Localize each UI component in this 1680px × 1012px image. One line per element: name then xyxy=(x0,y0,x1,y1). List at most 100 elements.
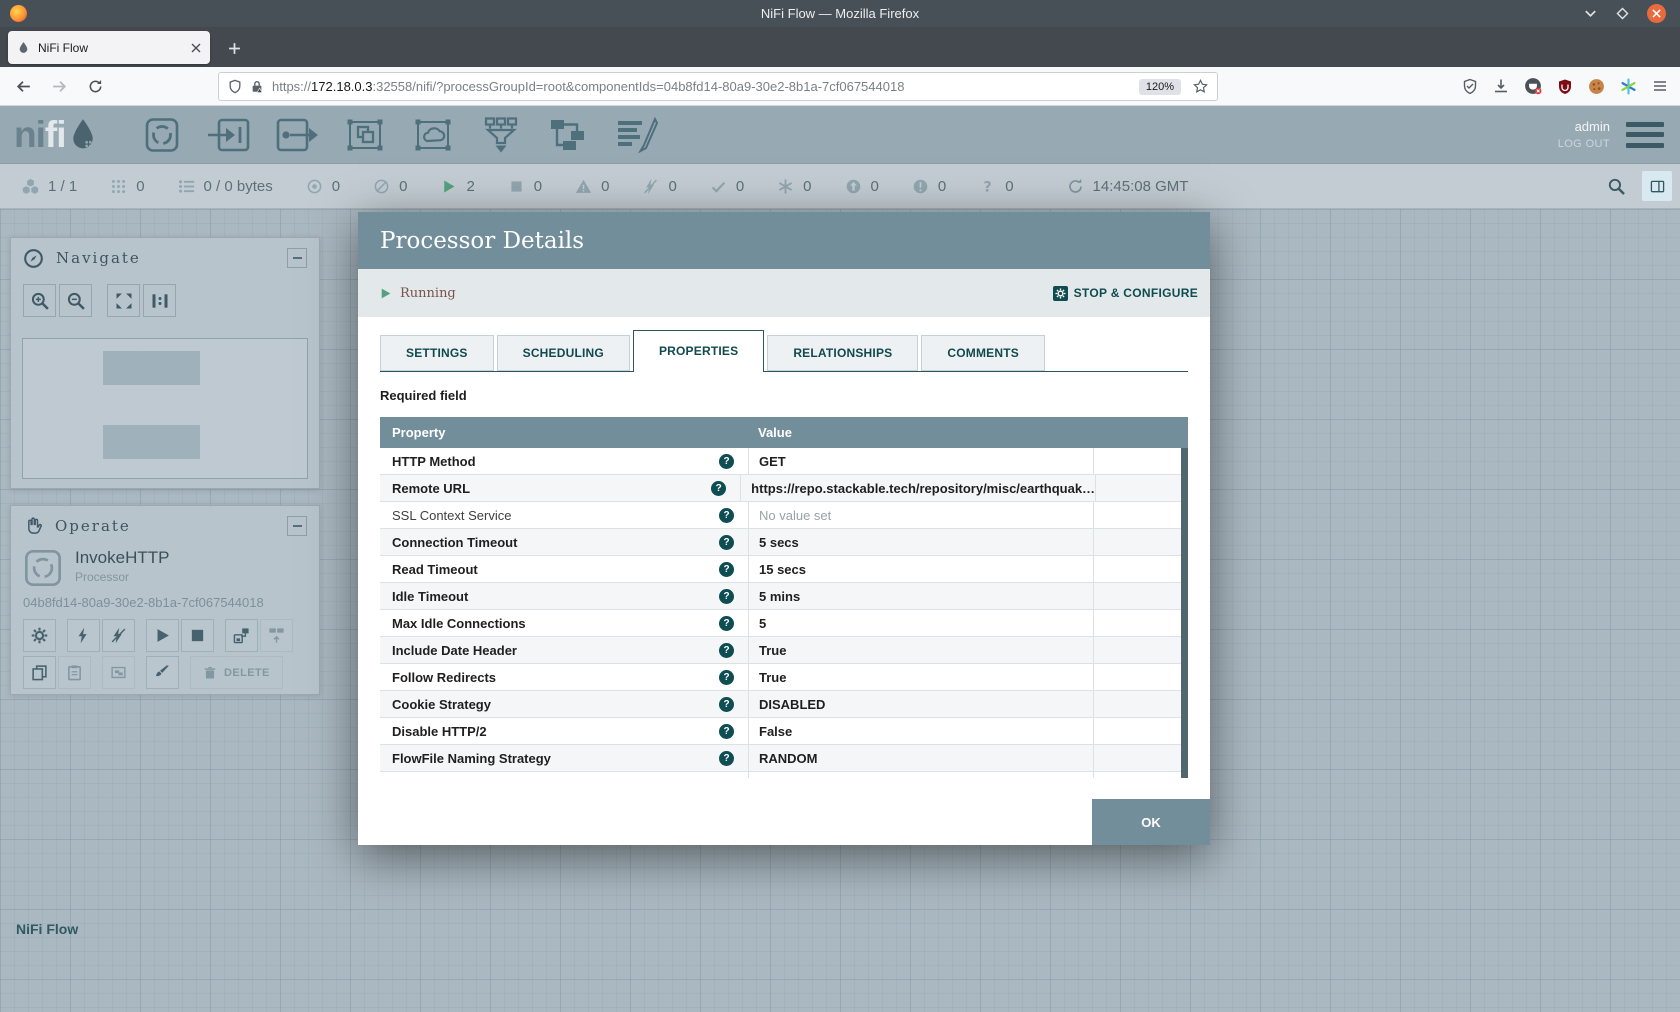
tab-relationships[interactable]: RELATIONSHIPS xyxy=(767,335,918,371)
breadcrumb[interactable]: NiFi Flow xyxy=(16,921,78,937)
stop-button[interactable] xyxy=(181,619,214,652)
property-row[interactable]: Disable HTTP/2?False xyxy=(380,718,1188,745)
zoom-in-button[interactable] xyxy=(23,284,56,317)
operate-collapse-button[interactable] xyxy=(287,516,307,536)
property-help-question-icon[interactable]: ? xyxy=(719,454,734,469)
tab-settings[interactable]: SETTINGS xyxy=(380,335,494,371)
extension-asterisk-icon[interactable] xyxy=(1620,78,1637,95)
start-button[interactable] xyxy=(146,619,179,652)
upload-template-button[interactable] xyxy=(260,619,293,652)
property-help-question-icon[interactable]: ? xyxy=(719,562,734,577)
refresh-icon[interactable] xyxy=(1067,178,1084,195)
ok-button[interactable]: OK xyxy=(1092,799,1210,845)
property-row[interactable]: Connection Timeout?5 secs xyxy=(380,529,1188,556)
disable-button[interactable] xyxy=(102,619,135,652)
enable-button[interactable] xyxy=(67,619,100,652)
label-component-icon[interactable] xyxy=(614,117,660,153)
input-port-component-icon[interactable] xyxy=(206,117,252,153)
reload-button[interactable] xyxy=(82,73,108,99)
property-name: Cookie Strategy xyxy=(392,697,491,712)
tab-close-icon[interactable] xyxy=(191,43,201,53)
stat-running: 2 xyxy=(440,178,474,195)
property-row[interactable]: SSL Context Service?No value set xyxy=(380,502,1188,529)
property-value: GET xyxy=(759,454,786,469)
tab-properties[interactable]: PROPERTIES xyxy=(633,330,764,372)
property-row[interactable]: FlowFile Naming Strategy?RANDOM xyxy=(380,745,1188,772)
table-scrollbar[interactable] xyxy=(1181,448,1188,778)
lock-icon[interactable] xyxy=(250,79,264,94)
minimap-processor-block xyxy=(103,425,200,459)
property-help-question-icon[interactable]: ? xyxy=(719,670,734,685)
window-close-button[interactable] xyxy=(1647,4,1666,23)
zoom-out-button[interactable] xyxy=(59,284,92,317)
tab-scheduling[interactable]: SCHEDULING xyxy=(497,335,630,371)
window-minimize-button[interactable] xyxy=(1583,6,1598,21)
forward-button[interactable] xyxy=(46,73,72,99)
threads-count: 0 xyxy=(136,178,144,195)
account-containers-icon[interactable] xyxy=(1524,77,1542,95)
process-group-component-icon[interactable] xyxy=(342,117,388,153)
property-row[interactable]: Idle Timeout?5 mins xyxy=(380,583,1188,610)
remote-process-group-component-icon[interactable] xyxy=(410,117,456,153)
back-button[interactable] xyxy=(10,73,36,99)
property-help-question-icon[interactable]: ? xyxy=(719,508,734,523)
property-help-question-icon[interactable]: ? xyxy=(719,697,734,712)
create-template-button[interactable] xyxy=(225,619,258,652)
copy-button[interactable] xyxy=(23,656,56,689)
pocket-shield-icon[interactable] xyxy=(1462,78,1478,95)
stop-and-configure-button[interactable]: STOP & CONFIGURE xyxy=(1053,286,1198,301)
ublock-icon[interactable] xyxy=(1557,78,1573,95)
property-help-question-icon[interactable]: ? xyxy=(719,616,734,631)
queued-icon xyxy=(178,178,195,195)
global-menu-icon[interactable] xyxy=(1626,122,1664,148)
cookie-extension-icon[interactable] xyxy=(1588,78,1605,95)
birdseye-minimap[interactable] xyxy=(22,338,308,479)
output-port-component-icon[interactable] xyxy=(274,117,320,153)
configure-button[interactable] xyxy=(23,619,56,652)
fill-color-brush-button[interactable] xyxy=(146,656,179,689)
last-refreshed-time: 14:45:08 GMT xyxy=(1093,178,1189,195)
page-zoom-badge[interactable]: 120% xyxy=(1139,79,1181,95)
window-maximize-button[interactable] xyxy=(1615,6,1630,21)
delete-button[interactable]: DELETE xyxy=(190,656,283,689)
property-row[interactable]: Read Timeout?15 secs xyxy=(380,556,1188,583)
funnel-component-icon[interactable] xyxy=(478,117,524,153)
template-component-icon[interactable] xyxy=(546,117,592,153)
property-help-question-icon[interactable]: ? xyxy=(719,751,734,766)
zoom-actual-size-button[interactable] xyxy=(143,284,176,317)
paste-button[interactable] xyxy=(58,656,91,689)
zoom-fit-button[interactable] xyxy=(107,284,140,317)
menu-hamburger-icon[interactable] xyxy=(1652,78,1668,94)
property-row[interactable]: Attributes to Send?No value set xyxy=(380,772,1188,778)
navigate-collapse-button[interactable] xyxy=(287,248,307,268)
property-help-question-icon[interactable]: ? xyxy=(711,481,726,496)
bookmark-star-icon[interactable] xyxy=(1193,79,1208,94)
url-bar[interactable]: https://172.18.0.3:32558/nifi/?processGr… xyxy=(218,72,1218,101)
tracking-shield-icon[interactable] xyxy=(228,79,242,94)
flow-status-panel-toggle[interactable] xyxy=(1642,171,1672,201)
stat-disabled: 0 xyxy=(642,178,676,195)
property-help-question-icon[interactable]: ? xyxy=(719,643,734,658)
property-value: True xyxy=(759,643,786,658)
property-value: No value set xyxy=(759,778,831,779)
property-row[interactable]: Follow Redirects?True xyxy=(380,664,1188,691)
downloads-icon[interactable] xyxy=(1493,78,1509,95)
processor-component-icon[interactable] xyxy=(138,117,184,153)
property-row[interactable]: HTTP Method?GET xyxy=(380,448,1188,475)
logout-link[interactable]: LOG OUT xyxy=(1558,136,1610,153)
property-help-question-icon[interactable]: ? xyxy=(719,535,734,550)
property-row[interactable]: Remote URL?https://repo.stackable.tech/r… xyxy=(380,475,1188,502)
property-row[interactable]: Cookie Strategy?DISABLED xyxy=(380,691,1188,718)
tab-comments[interactable]: COMMENTS xyxy=(921,335,1045,371)
table-scrollbar-thumb[interactable] xyxy=(1181,448,1188,778)
property-row[interactable]: Max Idle Connections?5 xyxy=(380,610,1188,637)
group-button[interactable] xyxy=(102,656,135,689)
browser-tab[interactable]: NiFi Flow xyxy=(8,31,210,64)
stale-count: 0 xyxy=(871,178,879,195)
new-tab-button[interactable] xyxy=(222,36,246,60)
property-row[interactable]: Include Date Header?True xyxy=(380,637,1188,664)
property-help-question-icon[interactable]: ? xyxy=(719,778,734,779)
search-icon[interactable] xyxy=(1607,177,1626,196)
property-help-question-icon[interactable]: ? xyxy=(719,589,734,604)
property-help-question-icon[interactable]: ? xyxy=(719,724,734,739)
